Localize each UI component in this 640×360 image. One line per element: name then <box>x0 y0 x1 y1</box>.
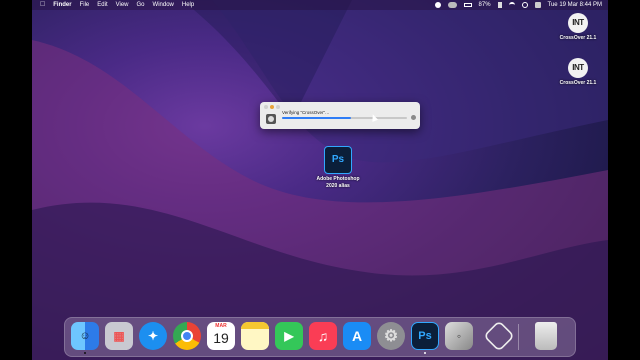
trash-icon[interactable] <box>535 322 557 350</box>
menu-view[interactable]: View <box>116 0 129 10</box>
safari-icon[interactable]: ✦ <box>139 322 167 350</box>
bluetooth-icon[interactable] <box>497 2 502 8</box>
finder-icon[interactable]: ☺ <box>71 322 99 354</box>
record-icon[interactable] <box>434 2 441 8</box>
menu-window[interactable]: Window <box>153 0 174 10</box>
crossover-desktop-icon-2[interactable]: INT CrossOver 21.1 <box>556 58 600 87</box>
app-store-icon[interactable]: A <box>343 322 371 350</box>
crossover-icon: INT <box>568 58 588 78</box>
menu-finder[interactable]: Finder <box>53 0 71 10</box>
menu-file[interactable]: File <box>80 0 90 10</box>
crossover-desktop-icon-1[interactable]: INT CrossOver 21.1 <box>556 13 600 42</box>
clock[interactable]: Tue 19 Mar 8:44 PM <box>548 0 602 10</box>
photoshop-alias-label-line1: Adobe Photoshop <box>316 176 360 182</box>
photoshop-alias-desktop-icon[interactable]: Ps Adobe Photoshop 2020 alias <box>310 146 366 190</box>
photoshop-icon[interactable]: Ps <box>411 322 439 354</box>
battery-percent: 87% <box>478 2 491 8</box>
verify-message: Verifying “CrossOver”… <box>282 110 330 115</box>
apple-menu-icon[interactable]:  <box>40 0 45 10</box>
launchpad-icon[interactable]: ▦ <box>105 322 133 350</box>
search-icon[interactable] <box>521 2 528 8</box>
crossover-label-1: CrossOver 21.1 <box>559 35 597 41</box>
photoshop-icon: Ps <box>324 146 352 174</box>
battery-icon[interactable] <box>463 3 472 7</box>
desktop:  Finder File Edit View Go Window Help 8… <box>32 0 608 360</box>
notes-icon[interactable] <box>241 322 269 350</box>
verify-dialog: Verifying “CrossOver”… <box>260 102 420 129</box>
photoshop-glyph: Ps <box>418 330 432 342</box>
chrome-icon[interactable] <box>173 322 201 350</box>
virtual-drive-icon[interactable] <box>483 320 515 352</box>
minimize-button[interactable] <box>270 105 274 109</box>
crossover-app-icon <box>266 114 276 124</box>
crossover-label-2: CrossOver 21.1 <box>559 80 597 86</box>
wifi-icon[interactable] <box>508 2 515 8</box>
menu-edit[interactable]: Edit <box>97 0 107 10</box>
menu-go[interactable]: Go <box>137 0 145 10</box>
system-preferences-icon[interactable]: ⚙ <box>377 322 405 350</box>
dock: ☺ ▦ ✦ MAR 19 ▶ ♫ A ⚙ Ps ◦ <box>64 317 576 357</box>
crossover-icon: INT <box>568 13 588 33</box>
dock-separator <box>518 324 519 350</box>
music-icon[interactable]: ♫ <box>309 322 337 350</box>
menu-bar:  Finder File Edit View Go Window Help 8… <box>32 0 608 10</box>
zoom-button[interactable] <box>276 105 280 109</box>
facetime-icon[interactable]: ▶ <box>275 322 303 350</box>
cancel-icon[interactable] <box>411 115 416 120</box>
progress-bar <box>282 117 407 119</box>
control-center-icon[interactable] <box>534 2 541 8</box>
close-button[interactable] <box>264 105 268 109</box>
calendar-icon[interactable]: MAR 19 <box>207 322 235 350</box>
calendar-day: 19 <box>213 330 229 346</box>
calendar-month: MAR <box>215 323 227 329</box>
photoshop-alias-label-line2: 2020 alias <box>326 183 350 189</box>
gamepad-icon[interactable] <box>447 2 457 8</box>
progress-fill <box>282 117 351 119</box>
crossover-dock-icon[interactable]: ◦ <box>445 322 473 350</box>
menu-help[interactable]: Help <box>182 0 194 10</box>
